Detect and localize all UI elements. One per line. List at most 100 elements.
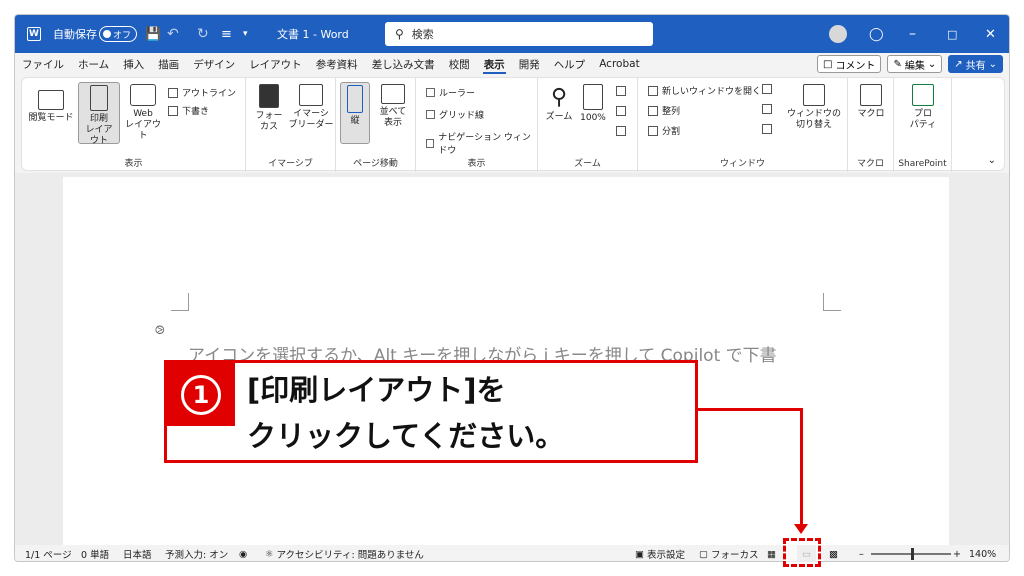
side-by-side-small-icon bbox=[762, 84, 772, 94]
menu-tab-7[interactable]: 差し込み文書 bbox=[365, 53, 442, 75]
focus-button[interactable]: フォー カス bbox=[252, 84, 286, 133]
outline-icon bbox=[168, 87, 178, 98]
ruler-checkbox[interactable]: ルーラー bbox=[426, 86, 475, 99]
predictive-text-status[interactable]: 予測入力: オン bbox=[165, 545, 228, 561]
gridlines-label: グリッド線 bbox=[439, 111, 485, 121]
copilot-icon[interactable]: ⧁ bbox=[155, 323, 165, 338]
focus-mode-label: フォーカス bbox=[710, 550, 759, 561]
list-icon[interactable]: ≡ bbox=[221, 15, 232, 53]
multiple-pages-button[interactable] bbox=[616, 106, 626, 116]
navigation-label: ナビゲーション ウィンドウ bbox=[438, 133, 531, 156]
accessibility-status[interactable]: ⚛ アクセシビリティ: 問題ありません bbox=[265, 545, 424, 562]
language-status[interactable]: 日本語 bbox=[123, 545, 152, 561]
view-side-by-side-small[interactable] bbox=[762, 84, 772, 94]
sync-scroll-icon bbox=[762, 104, 772, 114]
menu-tab-6[interactable]: 参考資料 bbox=[309, 53, 365, 75]
menu-tab-1[interactable]: ホーム bbox=[71, 53, 116, 75]
menu-tab-3[interactable]: 描画 bbox=[151, 53, 186, 75]
outline-button[interactable]: アウトライン bbox=[168, 86, 236, 99]
close-button[interactable]: ✕ bbox=[985, 15, 996, 53]
focus-mode-button[interactable]: ▢ フォーカス bbox=[699, 545, 759, 562]
chevron-down-icon: ⌄ bbox=[927, 58, 937, 70]
menu-tab-8[interactable]: 校閲 bbox=[442, 53, 477, 75]
account-avatar[interactable] bbox=[829, 15, 847, 53]
print-layout-button[interactable]: 印刷 レイアウト bbox=[78, 82, 120, 146]
vertical-button[interactable]: 縦 bbox=[340, 82, 370, 144]
menu-tab-10[interactable]: 開発 bbox=[512, 53, 547, 75]
customize-qat-icon[interactable]: ▾ bbox=[243, 15, 248, 53]
display-settings-icon: ▣ bbox=[635, 548, 644, 560]
menu-tab-5[interactable]: レイアウト bbox=[242, 53, 309, 75]
pointer-line-horizontal bbox=[698, 408, 802, 411]
draft-button[interactable]: 下書き bbox=[168, 104, 209, 117]
read-mode-icon[interactable]: ▦ bbox=[767, 545, 776, 561]
macro-record-icon[interactable]: ◉ bbox=[239, 545, 247, 561]
menu-tab-2[interactable]: 挿入 bbox=[116, 53, 151, 75]
redo-icon[interactable]: ↻ bbox=[197, 15, 209, 53]
share-button[interactable]: ↗ 共有 ⌄ bbox=[948, 55, 1003, 73]
zoom-level[interactable]: 140% bbox=[969, 545, 996, 561]
macro-label: マクロ bbox=[857, 109, 885, 119]
group-view: 閲覧モード 印刷 レイアウト Web レイアウト アウトライン 下書き 表示 bbox=[22, 78, 246, 172]
group-label-zoom: ズーム bbox=[574, 159, 601, 169]
collapse-ribbon-icon[interactable]: ⌄ bbox=[988, 155, 996, 166]
web-layout-label: Web レイアウト bbox=[124, 109, 161, 141]
reading-mode-button[interactable]: 閲覧モード bbox=[28, 84, 74, 124]
word-count[interactable]: 0 単語 bbox=[81, 545, 109, 561]
display-settings-button[interactable]: ▣ 表示設定 bbox=[635, 545, 685, 562]
menu-tab-4[interactable]: デザイン bbox=[186, 53, 242, 75]
draft-label: 下書き bbox=[182, 107, 210, 117]
zoom-button[interactable]: ⚲ ズーム bbox=[544, 84, 574, 123]
new-window-button[interactable]: 新しいウィンドウを開く bbox=[648, 84, 761, 97]
switch-window-button[interactable]: ウィンドウの 切り替え bbox=[786, 84, 842, 131]
menu-tab-9[interactable]: 表示 bbox=[477, 53, 512, 75]
group-immersive: フォー カス イマーシ ブリーダー イマーシブ bbox=[246, 78, 336, 172]
outline-label: アウトライン bbox=[182, 89, 237, 99]
navigation-pane-checkbox[interactable]: ナビゲーション ウィンドウ bbox=[426, 130, 537, 156]
properties-button[interactable]: プロ パティ bbox=[904, 84, 942, 131]
zoom-100-icon bbox=[583, 84, 603, 110]
minimize-button[interactable]: – bbox=[909, 15, 916, 53]
title-bar: W 自動保存 オフ 💾 ↶ ↻ ≡ ▾ 文書 1 - Word ⚲ 検索 ◯ –… bbox=[15, 15, 1009, 53]
accessibility-label: アクセシビリティ: 問題ありません bbox=[276, 550, 424, 561]
undo-icon[interactable]: ↶ bbox=[167, 15, 179, 53]
maximize-button[interactable]: □ bbox=[947, 15, 957, 53]
lightbulb-icon[interactable]: ◯ bbox=[869, 15, 884, 53]
arrange-label: 整列 bbox=[662, 107, 681, 117]
page-count[interactable]: 1/1 ページ bbox=[25, 545, 72, 561]
draft-icon bbox=[168, 105, 178, 116]
menu-tab-0[interactable]: ファイル bbox=[15, 53, 71, 75]
sync-scroll-button[interactable] bbox=[762, 104, 772, 114]
macro-button[interactable]: マクロ bbox=[854, 84, 888, 120]
menu-tab-12[interactable]: Acrobat bbox=[592, 53, 647, 75]
web-layout-button[interactable]: Web レイアウト bbox=[122, 84, 164, 142]
immersive-reader-button[interactable]: イマーシ ブリーダー bbox=[288, 84, 334, 131]
one-page-button[interactable] bbox=[616, 86, 626, 96]
save-icon[interactable]: 💾 bbox=[145, 15, 161, 53]
zoom-100-button[interactable]: 100% bbox=[578, 84, 608, 124]
gridlines-checkbox[interactable]: グリッド線 bbox=[426, 108, 484, 121]
search-box[interactable]: ⚲ 検索 bbox=[385, 22, 653, 46]
page-icon bbox=[90, 85, 108, 111]
immersive-reader-label: イマーシ ブリーダー bbox=[288, 109, 334, 130]
step-number-badge: 1 bbox=[167, 363, 235, 426]
split-button[interactable]: 分割 bbox=[648, 124, 680, 137]
word-window: W 自動保存 オフ 💾 ↶ ↻ ≡ ▾ 文書 1 - Word ⚲ 検索 ◯ –… bbox=[14, 14, 1010, 562]
side-by-side-button[interactable]: 並べて 表示 bbox=[374, 84, 412, 129]
magnifier-icon: ⚲ bbox=[550, 85, 568, 110]
edit-mode-button[interactable]: ✎ 編集 ⌄ bbox=[887, 55, 943, 73]
zoom-in-button[interactable]: + bbox=[953, 545, 961, 561]
zoom-100-label: 100% bbox=[580, 113, 606, 123]
page-width-button[interactable] bbox=[616, 126, 626, 136]
autosave-toggle[interactable]: オフ bbox=[99, 26, 137, 42]
arrange-button[interactable]: 整列 bbox=[648, 104, 680, 117]
comment-button[interactable]: □ コメント bbox=[816, 55, 882, 73]
web-layout-view-icon[interactable]: ▩ bbox=[829, 545, 838, 561]
globe-icon bbox=[130, 84, 156, 106]
zoom-slider[interactable] bbox=[871, 545, 951, 561]
comment-icon: □ bbox=[822, 58, 833, 70]
zoom-out-button[interactable]: – bbox=[859, 545, 864, 561]
side-by-side-label: 並べて 表示 bbox=[379, 107, 407, 128]
menu-tab-11[interactable]: ヘルプ bbox=[547, 53, 593, 75]
reset-window-button[interactable] bbox=[762, 124, 772, 134]
